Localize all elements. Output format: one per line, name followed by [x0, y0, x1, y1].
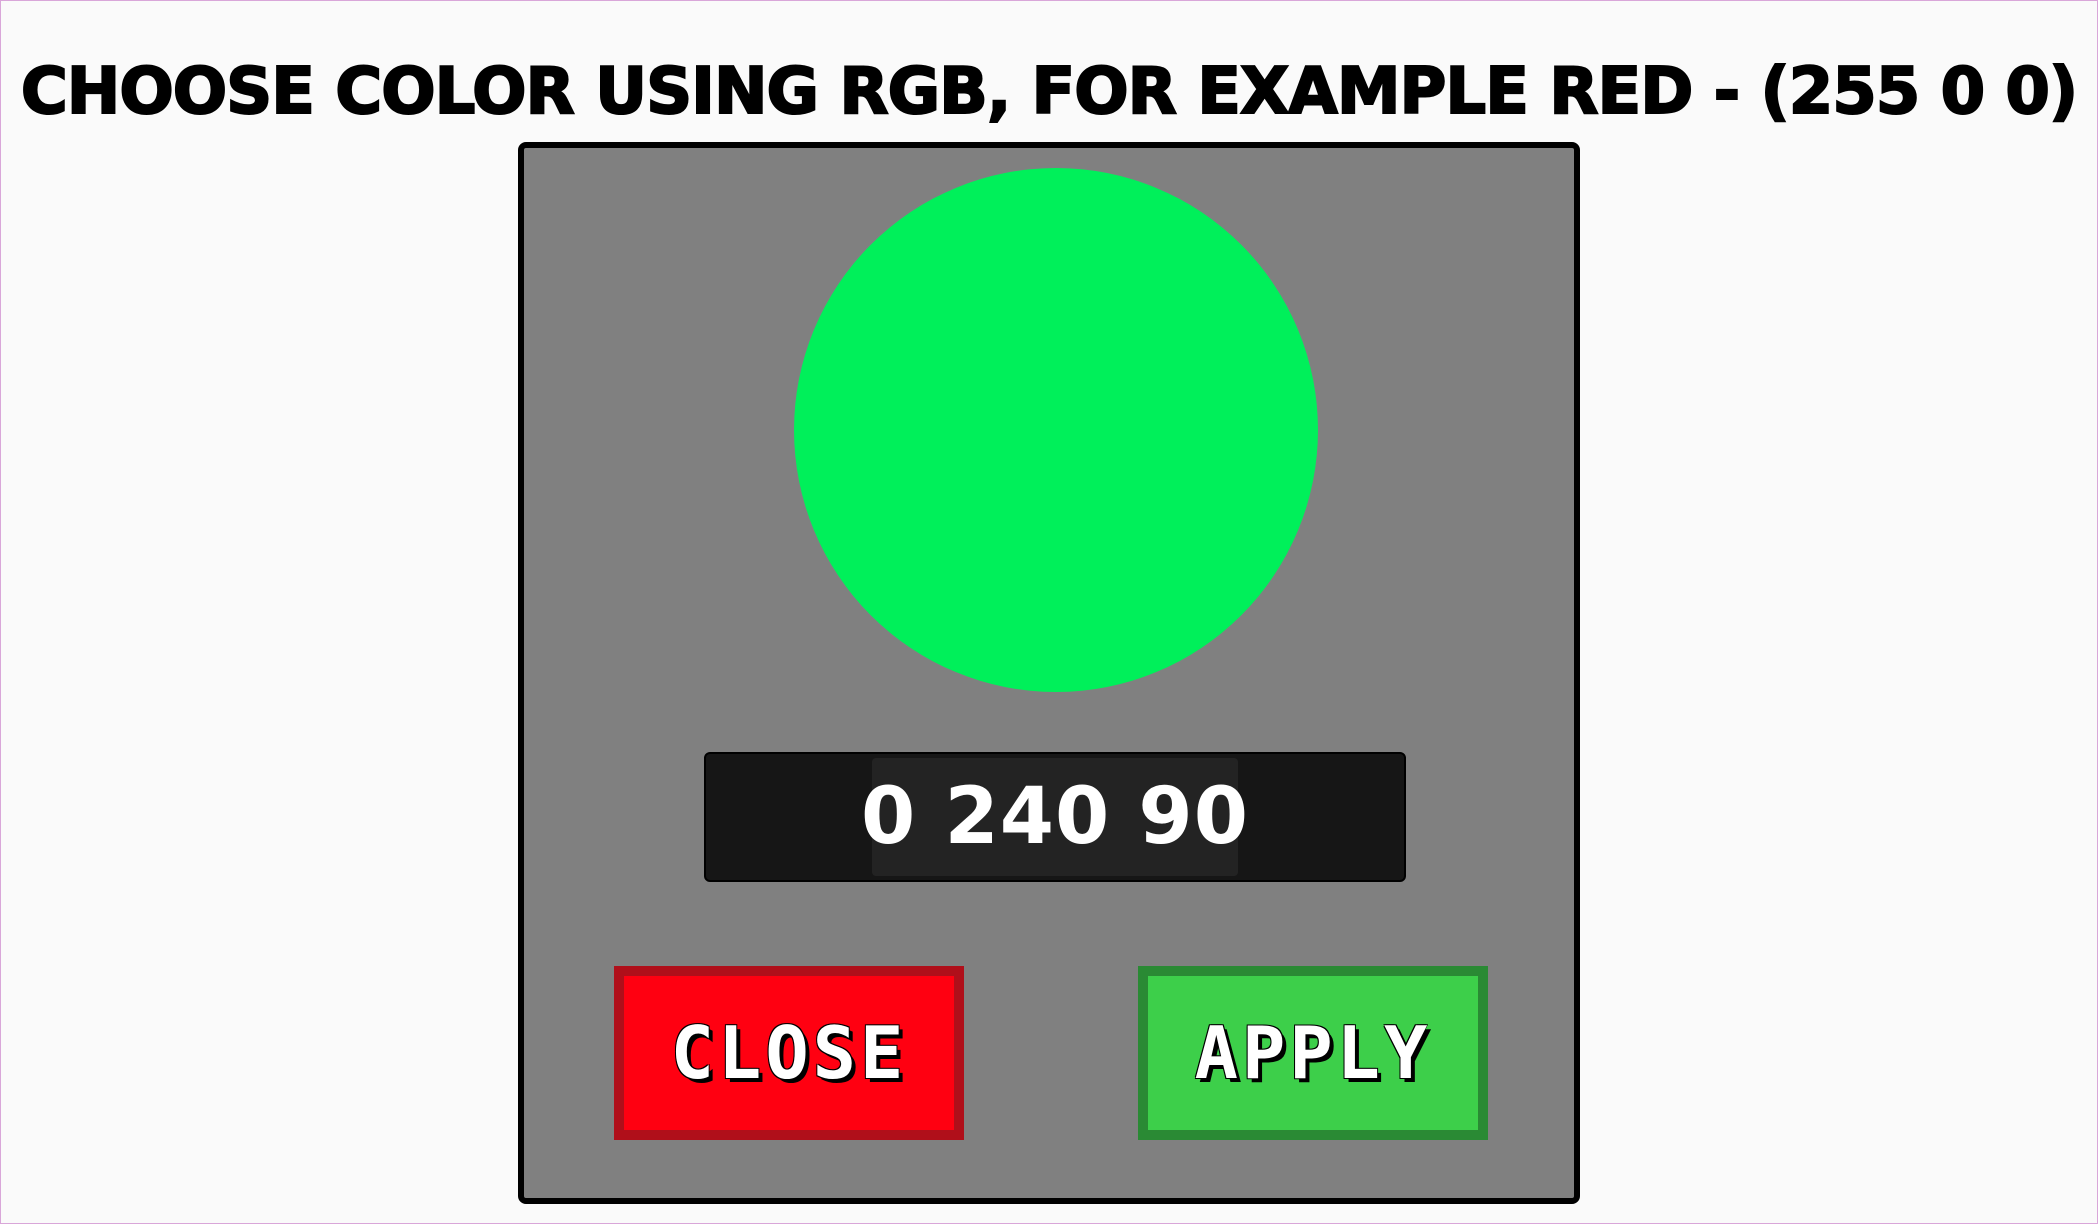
rgb-input-value-box[interactable]: 0 240 90: [861, 758, 1248, 876]
color-picker-dialog: 0 240 90 CLOSE APPLY: [518, 142, 1580, 1204]
color-preview-circle: [794, 168, 1318, 692]
close-button-label: CLOSE: [670, 1011, 908, 1095]
apply-button[interactable]: APPLY: [1138, 966, 1488, 1140]
rgb-input-field[interactable]: 0 240 90: [704, 752, 1406, 882]
rgb-input-value[interactable]: 0 240 90: [861, 772, 1249, 862]
page-title: CHOOSE COLOR USING RGB, FOR EXAMPLE RED …: [20, 54, 2079, 130]
apply-button-label: APPLY: [1194, 1011, 1432, 1095]
close-button[interactable]: CLOSE: [614, 966, 964, 1140]
